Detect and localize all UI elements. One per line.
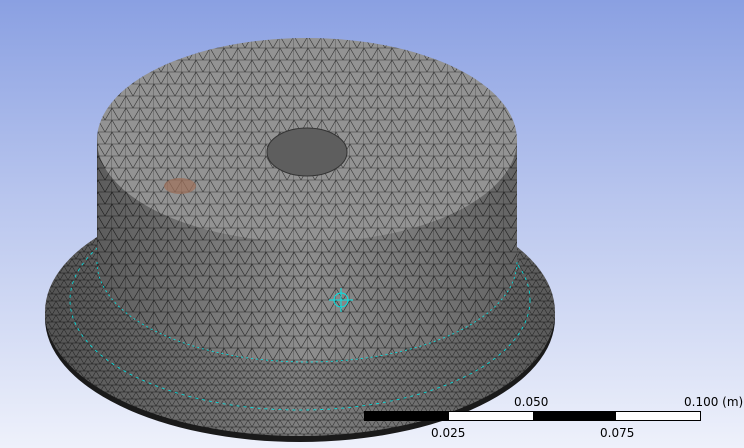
scale-bar <box>364 411 701 421</box>
top-face <box>97 38 517 242</box>
scale-unit-label: 0.100 (m) <box>684 395 744 409</box>
scale-label-bottom-1: 0.075 <box>600 426 635 440</box>
scale-label-top-0: 0.050 <box>514 395 549 409</box>
3d-viewport[interactable] <box>0 0 744 448</box>
center-hole <box>266 127 348 177</box>
scale-label-bottom-0: 0.025 <box>431 426 466 440</box>
